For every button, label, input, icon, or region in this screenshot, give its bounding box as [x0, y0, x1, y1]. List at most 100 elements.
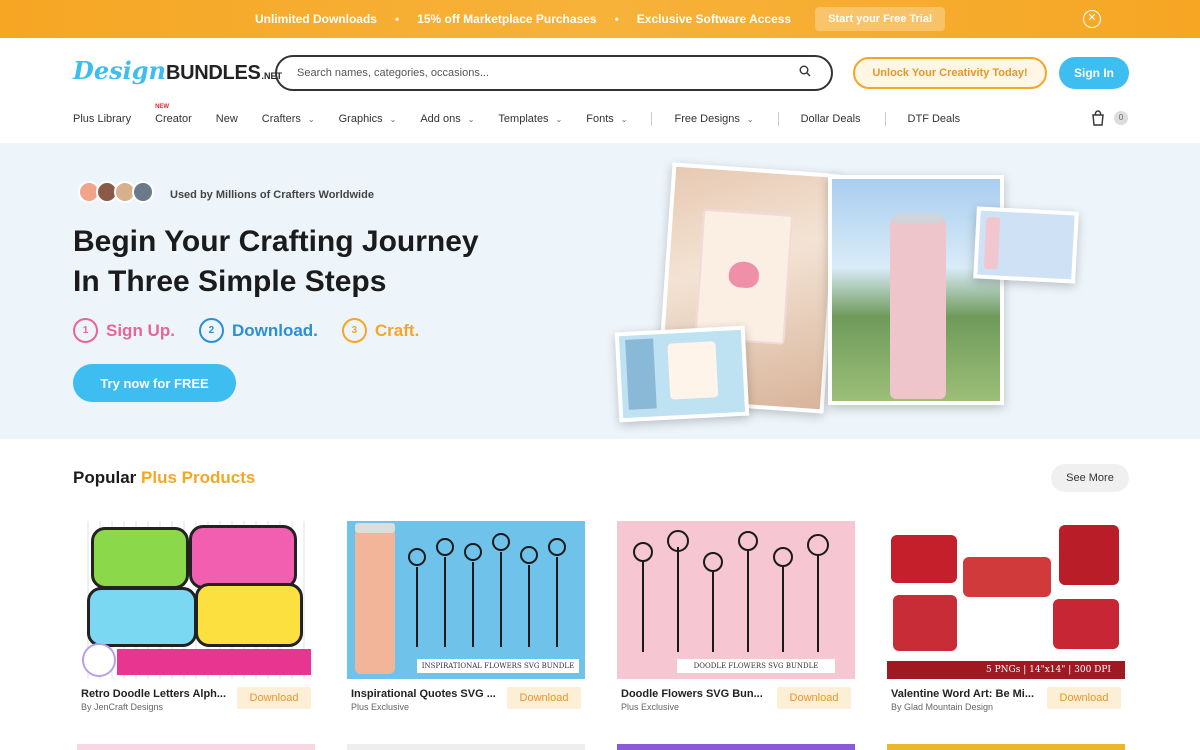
- nav-label: Free Designs: [674, 113, 740, 125]
- product-author: Plus Exclusive: [621, 702, 680, 712]
- product-card-peek: [887, 744, 1125, 750]
- avatar: [132, 181, 154, 203]
- promo-separator: •: [614, 12, 619, 26]
- step-label: Sign Up.: [106, 320, 175, 340]
- shopping-bag-icon[interactable]: [1090, 110, 1106, 130]
- nav-label: New: [215, 113, 238, 125]
- step-label: Craft.: [374, 320, 420, 340]
- product-band-text: INSPIRATIONAL FLOWERS SVG BUNDLE: [417, 659, 579, 673]
- nav-divider: [884, 112, 886, 126]
- step-number: 2: [198, 318, 224, 343]
- hero-headline: Begin Your Crafting Journey In Three Sim…: [73, 222, 479, 302]
- sign-in-button[interactable]: Sign In: [1059, 57, 1129, 89]
- promo-bar: Unlimited Downloads • 15% off Marketplac…: [0, 0, 1200, 38]
- nav-divider: [777, 112, 779, 126]
- chevron-down-icon: ⌄: [555, 114, 563, 124]
- hero-photo-flower-sheet: [973, 206, 1079, 284]
- chevron-down-icon: ⌄: [620, 114, 628, 124]
- product-card[interactable]: 5 PNGs | 14"x14" | 300 DPI Valentine Wor…: [887, 521, 1125, 712]
- nav-item-dtf-deals[interactable]: DTF Deals: [908, 113, 961, 125]
- nav-item-add-ons[interactable]: Add ons ⌄: [420, 113, 474, 125]
- nav-item-fonts[interactable]: Fonts ⌄: [586, 113, 627, 125]
- nav-item-new[interactable]: New: [216, 113, 238, 125]
- close-icon[interactable]: ✕: [1083, 10, 1101, 28]
- product-thumbnail[interactable]: [77, 521, 315, 679]
- step-download: 2 Download.: [198, 318, 318, 343]
- chevron-down-icon: ⌄: [389, 114, 397, 124]
- download-button[interactable]: Download: [237, 687, 311, 709]
- try-free-button[interactable]: Try now for FREE: [73, 364, 236, 402]
- unlock-creativity-button[interactable]: Unlock Your Creativity Today!: [853, 57, 1047, 89]
- search-bar: [275, 55, 833, 91]
- nav-item-creator[interactable]: NEW Creator: [155, 104, 192, 125]
- product-card[interactable]: DOODLE FLOWERS SVG BUNDLE Doodle Flowers…: [617, 521, 855, 712]
- steps-row: 1 Sign Up. 2 Download. 3 Craft.: [73, 318, 419, 343]
- step-sign-up: 1 Sign Up.: [73, 318, 175, 343]
- nav-label: Graphics: [338, 113, 383, 125]
- section-title: Popular Plus Products: [73, 468, 255, 488]
- product-name[interactable]: Valentine Word Art: Be Mi...: [891, 688, 1043, 700]
- step-label: Download.: [231, 320, 318, 340]
- nav-label: Plus Library: [73, 113, 132, 125]
- headline-line-1: Begin Your Crafting Journey: [73, 225, 479, 258]
- main-nav: Plus Library NEW Creator New Crafters ⌄ Gr…: [73, 104, 984, 128]
- product-author: Plus Exclusive: [351, 702, 410, 712]
- chevron-down-icon: ⌄: [467, 114, 475, 124]
- nav-item-dollar-deals[interactable]: Dollar Deals: [801, 113, 861, 125]
- product-card[interactable]: INSPIRATIONAL FLOWERS SVG BUNDLE Inspira…: [347, 521, 585, 712]
- hero-photo-box-cut: [614, 325, 750, 423]
- search-input[interactable]: [297, 67, 777, 79]
- start-free-trial-button[interactable]: Start your Free Trial: [815, 7, 946, 31]
- promo-item-discount: 15% off Marketplace Purchases: [417, 12, 597, 26]
- new-badge: NEW: [155, 104, 170, 110]
- download-button[interactable]: Download: [777, 687, 851, 709]
- download-button[interactable]: Download: [1047, 687, 1121, 709]
- product-thumbnail[interactable]: DOODLE FLOWERS SVG BUNDLE: [617, 521, 855, 679]
- product-name[interactable]: Doodle Flowers SVG Bun...: [621, 688, 773, 700]
- used-by-text: Used by Millions of Crafters Worldwide: [170, 189, 374, 201]
- nav-label: Templates: [498, 113, 549, 125]
- title-start: Popular: [73, 468, 137, 487]
- product-card-peek: [347, 744, 585, 750]
- headline-line-2: In Three Simple Steps: [73, 265, 387, 298]
- product-thumbnail[interactable]: 5 PNGs | 14"x14" | 300 DPI: [887, 521, 1125, 679]
- title-accent: Plus Products: [141, 468, 256, 487]
- product-band-text: DOODLE FLOWERS SVG BUNDLE: [677, 659, 835, 673]
- nav-label: Creator: [155, 113, 192, 125]
- product-thumbnail[interactable]: INSPIRATIONAL FLOWERS SVG BUNDLE: [347, 521, 585, 679]
- download-button[interactable]: Download: [507, 687, 581, 709]
- step-craft: 3 Craft.: [341, 318, 420, 343]
- nav-label: Fonts: [586, 113, 614, 125]
- product-band-text: 5 PNGs | 14"x14" | 300 DPI: [887, 661, 1125, 679]
- nav-item-graphics[interactable]: Graphics ⌄: [339, 113, 397, 125]
- nav-label: DTF Deals: [907, 113, 961, 125]
- nav-item-crafters[interactable]: Crafters ⌄: [262, 113, 315, 125]
- product-card-peek: [77, 744, 315, 750]
- nav-item-free-designs[interactable]: Free Designs ⌄: [674, 113, 753, 125]
- product-card-peek: [617, 744, 855, 750]
- step-number: 3: [341, 318, 367, 343]
- see-more-button[interactable]: See More: [1051, 464, 1129, 492]
- search-icon[interactable]: [799, 64, 811, 82]
- product-name[interactable]: Retro Doodle Letters Alph...: [81, 688, 233, 700]
- promo-item-software: Exclusive Software Access: [636, 12, 792, 26]
- product-name[interactable]: Inspirational Quotes SVG ...: [351, 688, 503, 700]
- promo-separator: •: [394, 12, 400, 26]
- nav-item-plus-library[interactable]: Plus Library: [73, 113, 131, 125]
- step-number: 1: [73, 318, 98, 343]
- cart-count-badge: 0: [1114, 111, 1128, 125]
- nav-label: Crafters: [261, 113, 301, 125]
- avatar-group: [78, 181, 154, 203]
- nav-item-templates[interactable]: Templates ⌄: [498, 113, 562, 125]
- chevron-down-icon: ⌄: [746, 114, 754, 124]
- promo-item-downloads: Unlimited Downloads: [254, 12, 377, 26]
- logo-script: Design: [73, 56, 166, 85]
- logo-bold: BUNDLES: [165, 62, 261, 84]
- nav-label: Dollar Deals: [800, 113, 861, 125]
- chevron-down-icon: ⌄: [307, 114, 315, 124]
- product-author: By Glad Mountain Design: [891, 702, 994, 712]
- product-author: By JenCraft Designs: [81, 702, 164, 712]
- nav-label: Add ons: [420, 113, 461, 125]
- product-card[interactable]: Retro Doodle Letters Alph... By JenCraft…: [77, 521, 315, 712]
- logo[interactable]: Design BUNDLES .NET: [73, 56, 282, 90]
